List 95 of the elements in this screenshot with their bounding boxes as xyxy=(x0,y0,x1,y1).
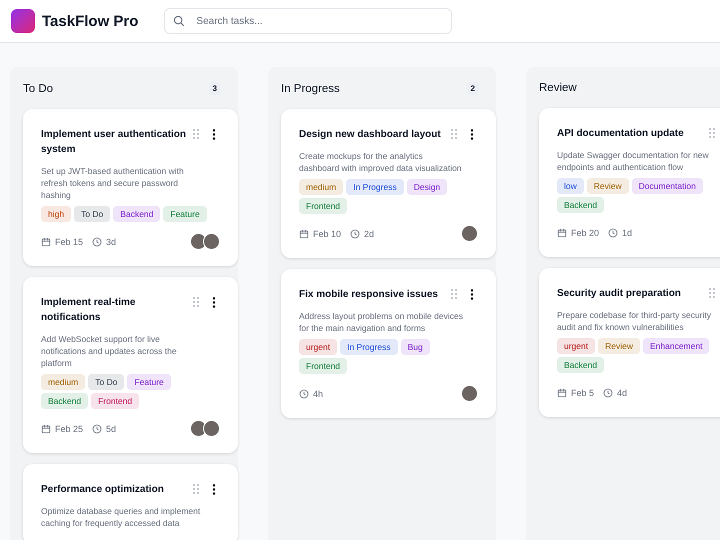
task-title: Security audit preparation xyxy=(557,287,682,301)
due-date: Feb 10 xyxy=(313,228,342,238)
task-title: Implement real-time notifications xyxy=(41,296,136,325)
due-date: Feb 15 xyxy=(55,236,84,246)
task-description: Add WebSocket support for live notifications and updates across the platform xyxy=(41,333,178,369)
drag-handle-icon[interactable] xyxy=(451,129,457,139)
clock-icon xyxy=(350,228,360,238)
task-card[interactable]: Fix mobile responsive issues Address layout problems on mobile devices for the main navigation and forms urgent In Progress Bug Frontend 4h xyxy=(281,269,496,418)
task-title: Performance optimization xyxy=(41,483,165,497)
time-estimate: 2d xyxy=(364,228,374,238)
task-description: Create mockups for the analytics dashboard with improved data visualization xyxy=(299,150,463,174)
tag: Review xyxy=(598,338,640,354)
drag-handle-icon[interactable] xyxy=(709,128,715,138)
more-options-icon[interactable] xyxy=(212,484,216,495)
tag: To Do xyxy=(74,206,110,222)
task-card[interactable]: Implement user authentication system Set up JWT-based authentication with refresh tokens and secure password hashing high To Do Backend Feature Feb 15 3d xyxy=(23,109,238,266)
task-description: Optimize database queries and implement caching for frequently accessed data xyxy=(41,505,202,529)
tag: To Do xyxy=(88,374,124,390)
avatar xyxy=(190,233,207,250)
tag: urgent xyxy=(557,338,596,354)
tag: In Progress xyxy=(346,179,404,195)
time-estimate: 4d xyxy=(617,388,628,398)
calendar-icon xyxy=(557,228,567,238)
due-date: Feb 20 xyxy=(571,228,600,238)
tag: Backend xyxy=(113,206,160,222)
tag: Backend xyxy=(557,197,604,213)
clock-icon xyxy=(603,388,614,398)
task-description: Update Swagger documentation for new endpoints and authentication flow xyxy=(557,149,710,173)
more-options-icon[interactable] xyxy=(212,297,216,308)
more-options-icon[interactable] xyxy=(470,289,474,300)
task-description: Set up JWT-based authentication with refresh tokens and secure password hashing xyxy=(41,165,185,201)
due-date: Feb 25 xyxy=(55,424,84,434)
column-title: In Progress xyxy=(281,82,340,94)
task-title: API documentation update xyxy=(557,127,685,141)
tag: medium xyxy=(41,374,86,390)
task-count: 3 xyxy=(208,82,221,95)
task-card[interactable]: API documentation update Update Swagger documentation for new endpoints and authentication flow low Review Documentation Backend Feb 20 1d xyxy=(539,108,720,257)
tag: Bug xyxy=(400,339,430,355)
avatar xyxy=(461,385,478,402)
task-title: Fix mobile responsive issues xyxy=(299,288,439,302)
due-date: Feb 5 xyxy=(571,388,594,398)
tag: low xyxy=(557,178,584,194)
clock-icon xyxy=(92,236,102,246)
task-card[interactable]: Performance optimization Optimize database queries and implement caching for frequently accessed data xyxy=(23,464,238,540)
column-title: To Do xyxy=(23,82,54,94)
drag-handle-icon[interactable] xyxy=(451,289,457,299)
tag: Documentation xyxy=(632,178,703,194)
tag: Feature xyxy=(127,374,171,390)
drag-handle-icon[interactable] xyxy=(193,297,199,307)
task-card[interactable]: Security audit preparation Prepare codebase for third-party security audit and fix known vulnerabilities urgent Review Enhancement Backend Feb 5 4d xyxy=(539,268,720,417)
drag-handle-icon[interactable] xyxy=(193,484,199,494)
task-card[interactable]: Implement real-time notifications Add WebSocket support for live notifications and updates across the platform medium To Do Feature Backend Frontend Feb 25 5d xyxy=(23,277,238,453)
calendar-icon xyxy=(299,228,309,238)
tag: high xyxy=(41,206,72,222)
avatar xyxy=(203,420,220,437)
tag: Backend xyxy=(557,357,604,373)
time-estimate: 3d xyxy=(106,236,116,246)
tag: Enhancement xyxy=(642,338,710,354)
tag: Frontend xyxy=(91,393,140,409)
task-description: Address layout problems on mobile devices for the main navigation and forms xyxy=(299,310,463,334)
task-description: Prepare codebase for third-party security audit and fix known vulnerabilities xyxy=(557,309,712,333)
tag: Frontend xyxy=(299,198,348,214)
clock-icon xyxy=(608,228,618,238)
avatar xyxy=(203,233,220,250)
tag: In Progress xyxy=(340,339,398,355)
tag: Feature xyxy=(163,206,207,222)
column-title: Review xyxy=(539,82,577,94)
app-title: TaskFlow Pro xyxy=(42,12,138,30)
tag: Frontend xyxy=(299,358,348,374)
tag: Backend xyxy=(41,393,88,409)
more-options-icon[interactable] xyxy=(212,129,216,140)
task-card[interactable]: Design new dashboard layout Create mockups for the analytics dashboard with improved data visualization medium In Progress Design Frontend Feb 10 2d xyxy=(281,109,496,258)
calendar-icon xyxy=(41,236,51,246)
drag-handle-icon[interactable] xyxy=(709,288,715,298)
tag: medium xyxy=(299,179,344,195)
avatar xyxy=(190,420,207,437)
task-title: Implement user authentication system xyxy=(41,128,188,157)
tag: Design xyxy=(406,179,448,195)
task-count: 2 xyxy=(466,82,479,95)
logo-icon xyxy=(11,9,35,33)
search-icon xyxy=(173,15,186,27)
time-estimate: 1d xyxy=(622,228,632,238)
more-options-icon[interactable] xyxy=(470,129,474,140)
drag-handle-icon[interactable] xyxy=(193,129,199,139)
search-field[interactable]: Search tasks... xyxy=(164,8,452,34)
avatar xyxy=(461,225,478,242)
task-title: Design new dashboard layout xyxy=(299,128,442,142)
tag: Review xyxy=(586,178,629,194)
time-estimate: 5d xyxy=(106,424,116,434)
tag: urgent xyxy=(299,339,338,355)
calendar-icon xyxy=(557,388,567,398)
time-estimate: 4h xyxy=(313,388,324,398)
clock-icon xyxy=(92,424,102,434)
calendar-icon xyxy=(41,424,51,434)
clock-icon xyxy=(299,388,309,398)
